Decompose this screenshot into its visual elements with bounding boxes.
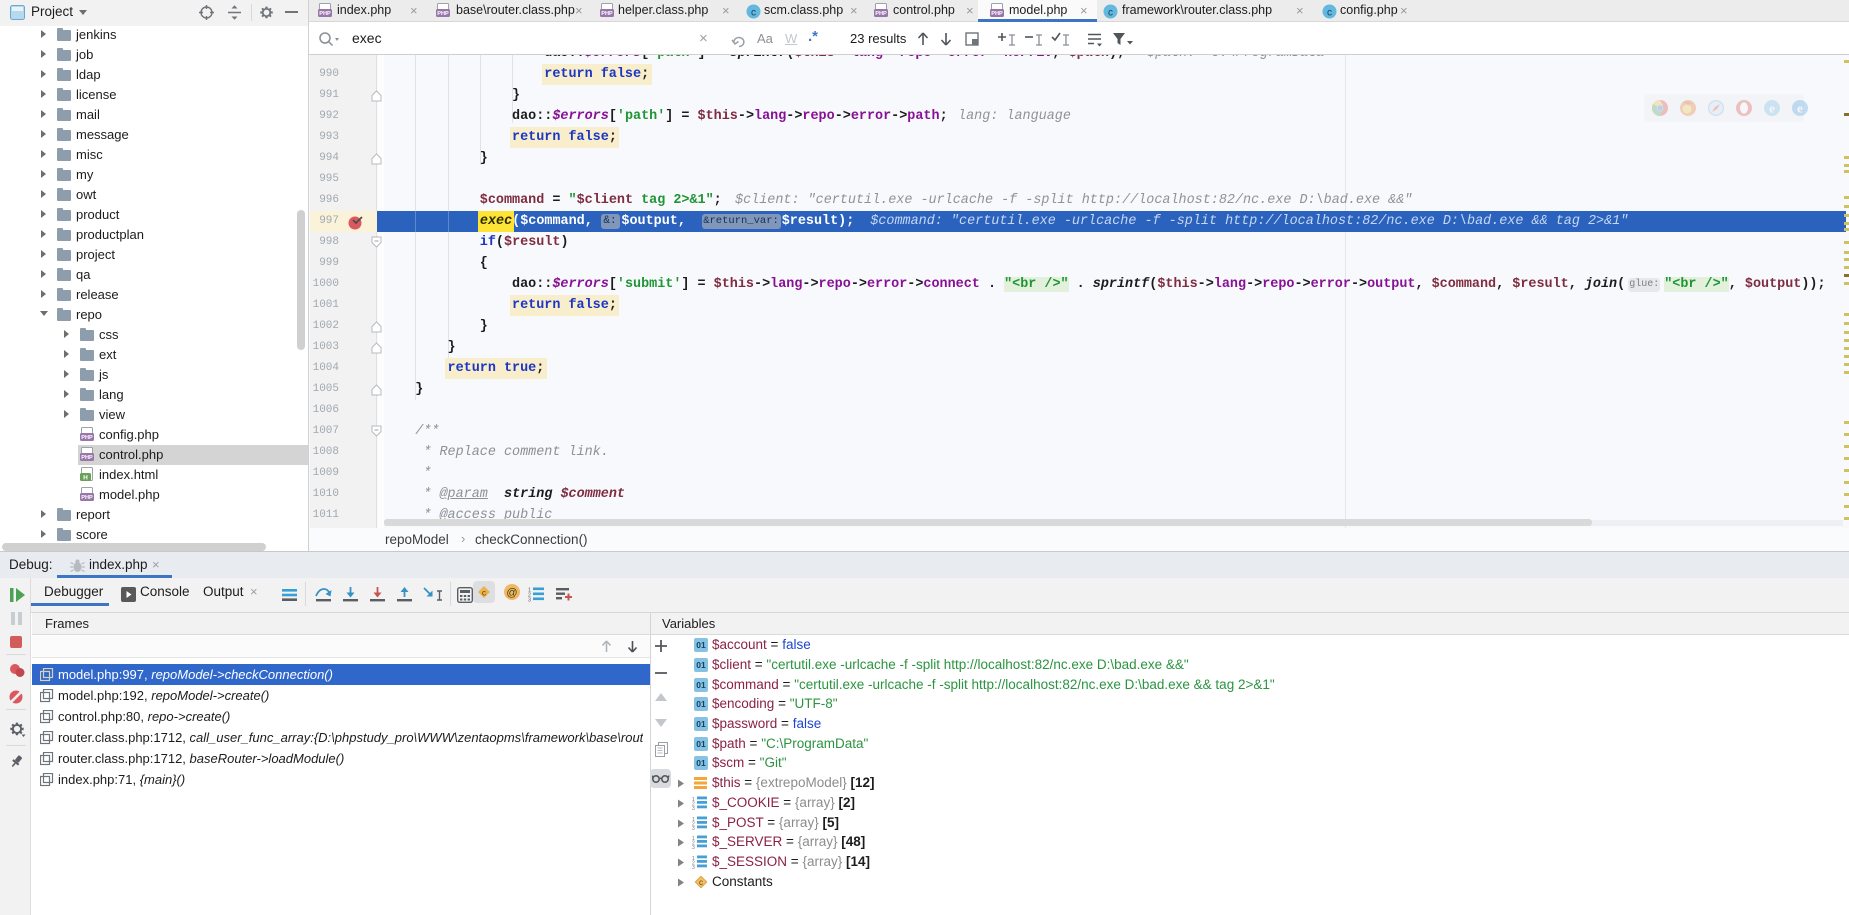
svg-text:3: 3 [692,826,695,830]
svg-text:PHP: PHP [81,435,93,441]
svg-text:PHP: PHP [81,495,93,501]
svg-text:3: 3 [692,865,695,869]
svg-text:3: 3 [692,806,695,810]
svg-text:3: 3 [692,845,695,849]
svg-text:c: c [751,8,756,19]
svg-text:3: 3 [528,598,531,603]
svg-text:H: H [83,474,88,481]
svg-text:c: c [1108,8,1113,19]
svg-text:PHP: PHP [319,11,331,17]
svg-text:PHP: PHP [601,11,613,17]
svg-text:e: e [1797,101,1803,116]
svg-text:PHP: PHP [875,11,887,17]
svg-text:PHP: PHP [81,455,93,461]
svg-text:e: e [1769,101,1775,116]
svg-text:c: c [1327,8,1332,19]
svg-text:c: c [699,878,703,887]
svg-text:PHP: PHP [437,11,449,17]
svg-text:@: @ [506,587,517,599]
svg-text:PHP: PHP [991,11,1003,17]
